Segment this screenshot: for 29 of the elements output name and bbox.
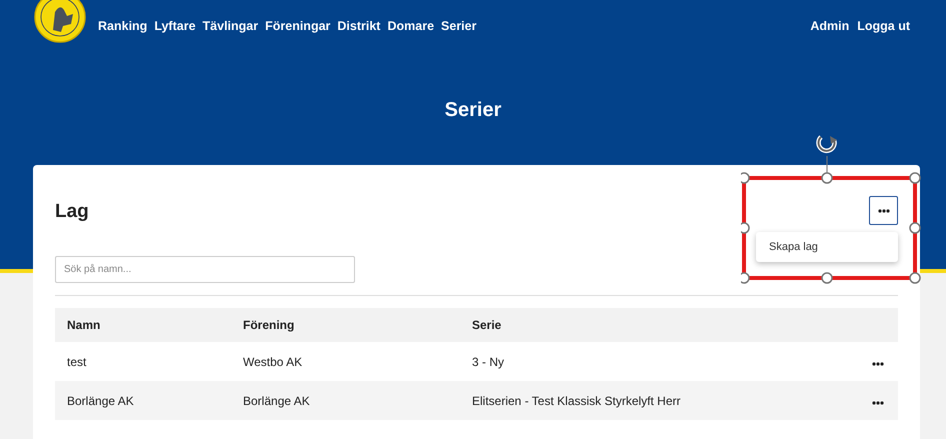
nav-link[interactable]: Distrikt [337, 19, 380, 33]
row-actions-button[interactable] [870, 398, 886, 406]
nav-link[interactable]: Logga ut [857, 19, 910, 33]
table-cell: test [55, 342, 231, 381]
nav-link[interactable]: Föreningar [265, 19, 330, 33]
table-cell: Westbo AK [231, 342, 460, 381]
nav-link[interactable]: Tävlingar [202, 19, 258, 33]
column-header: Namn [55, 308, 231, 342]
row-actions-button[interactable] [870, 360, 886, 368]
page-title: Serier [444, 99, 502, 123]
nav-link[interactable]: Admin [810, 19, 850, 33]
table-cell: Borlänge AK [55, 381, 231, 420]
menu-item[interactable]: Skapa lag [756, 238, 898, 256]
nav-link[interactable]: Serier [441, 19, 476, 33]
more-icon [878, 208, 890, 212]
card-title: Lag [55, 201, 89, 223]
table-cell: Elitserien - Test Klassisk Styrkelyft Herr [460, 381, 834, 420]
nav-link[interactable]: Domare [387, 19, 434, 33]
nav-link[interactable]: Lyftare [154, 19, 196, 33]
table-cell: 3 - Ny [460, 342, 834, 381]
more-icon [872, 362, 884, 366]
logo-icon[interactable] [33, 0, 87, 44]
nav-link[interactable]: Ranking [98, 19, 148, 33]
table-cell: Borlänge AK [231, 381, 460, 420]
more-icon [872, 400, 884, 404]
column-header: Förening [231, 308, 460, 342]
search-field[interactable]: Sök på namn... [55, 256, 355, 283]
column-header: Serie [460, 308, 834, 342]
more-button[interactable] [869, 196, 898, 225]
